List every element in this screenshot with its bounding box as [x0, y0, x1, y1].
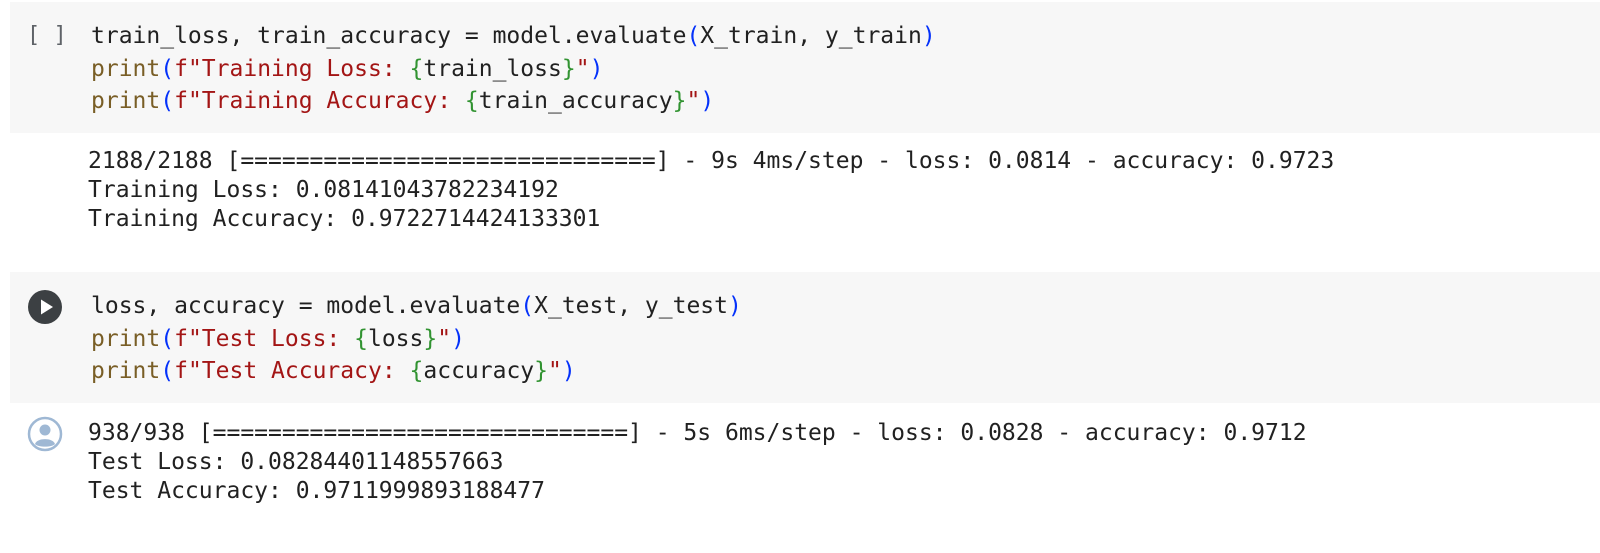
code-line: loss, accuracy = model.evaluate(X_test, … [91, 293, 742, 319]
output-line: Test Accuracy: 0.9711999893188477 [88, 478, 545, 504]
user-avatar-icon [27, 416, 63, 452]
code-cell-2: loss, accuracy = model.evaluate(X_test, … [0, 0, 1600, 553]
code-editor-2[interactable]: loss, accuracy = model.evaluate(X_test, … [10, 272, 1600, 403]
code-line: print(f"Test Accuracy: {accuracy}") [91, 358, 576, 384]
output-user-avatar[interactable] [27, 416, 63, 452]
run-cell-button[interactable] [28, 290, 62, 324]
output-line: Test Loss: 0.08284401148557663 [88, 449, 504, 475]
play-icon [41, 299, 53, 315]
code-line: print(f"Test Loss: {loss}") [91, 326, 465, 352]
output-line: 938/938 [==============================]… [88, 420, 1307, 446]
